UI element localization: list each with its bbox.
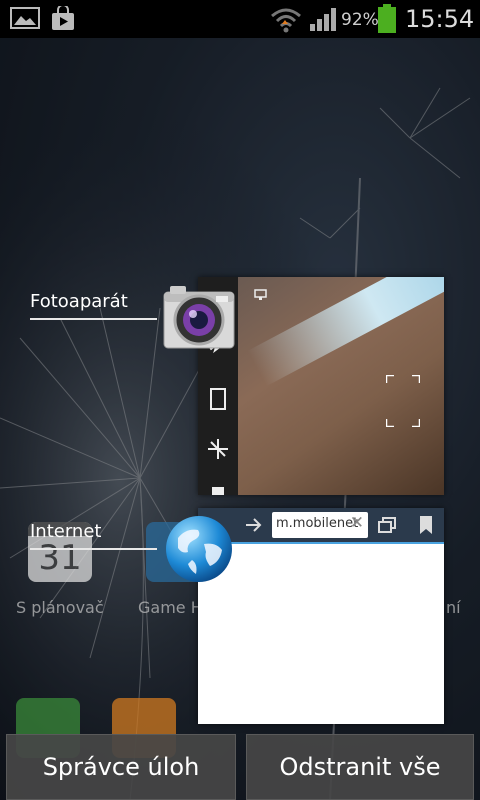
internet-app-label[interactable]: Internet	[30, 521, 157, 550]
browser-toolbar: m.mobilenet ✕	[198, 508, 444, 544]
camera-mode-icon	[254, 289, 267, 300]
url-text: m.mobilenet	[276, 516, 359, 531]
wifi-icon	[271, 8, 301, 33]
battery-icon	[378, 4, 396, 33]
focus-frame-icon	[386, 375, 420, 427]
url-chip[interactable]: m.mobilenet ✕	[272, 512, 368, 538]
close-tab-icon[interactable]: ✕	[350, 513, 364, 533]
home-label-partial: ní	[446, 598, 461, 617]
play-store-notification-icon	[52, 6, 74, 30]
clock: 15:54	[405, 5, 475, 33]
remove-all-button[interactable]: Odstranit vše	[246, 734, 474, 800]
camera-viewfinder	[238, 277, 444, 495]
bookmark-icon[interactable]	[418, 515, 434, 535]
camera-app-label[interactable]: Fotoaparát	[30, 291, 157, 320]
task-manager-button[interactable]: Správce úloh	[6, 734, 236, 800]
internet-globe-icon[interactable]	[164, 514, 234, 584]
camera-app-icon[interactable]	[162, 284, 236, 352]
status-bar: 92% 15:54	[0, 0, 480, 38]
tabs-icon[interactable]	[378, 517, 398, 533]
battery-percent: 92%	[341, 10, 379, 30]
forward-arrow-icon	[246, 518, 262, 532]
home-label-game-hub: Game H	[138, 598, 203, 617]
signal-icon	[310, 8, 336, 31]
internet-recent-thumbnail[interactable]: m.mobilenet ✕	[198, 508, 444, 724]
home-label-planner: S plánovač	[16, 598, 104, 617]
gallery-notification-icon	[10, 7, 40, 29]
